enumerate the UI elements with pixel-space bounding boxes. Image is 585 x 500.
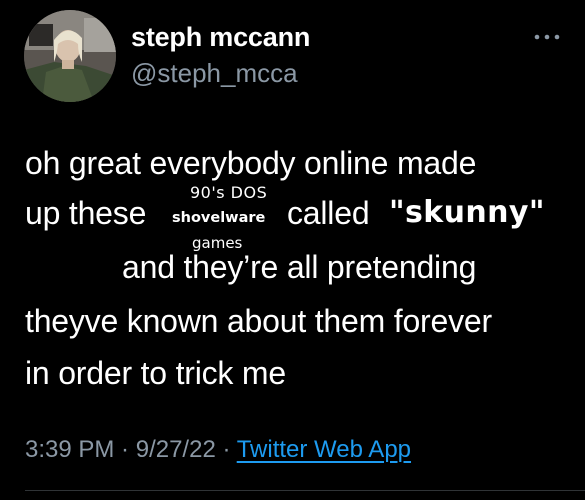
user-handle[interactable]: @steph_mcca <box>131 58 298 89</box>
display-name[interactable]: steph mccann <box>131 22 310 53</box>
overlay-caption-line-1: 90's DOS <box>190 183 268 202</box>
meta-separator: · <box>114 436 136 463</box>
tweet-text-line-5: in order to trick me <box>25 355 286 391</box>
meta-separator: · <box>215 436 237 463</box>
more-horizontal-icon[interactable] <box>532 30 562 44</box>
tweet-metadata: 3:39 PM · 9/27/22 · Twitter Web App <box>25 436 411 464</box>
overlay-caption-line-2: shovelware <box>172 210 266 226</box>
tweet-text-line-2-mid: called <box>287 195 370 231</box>
tweet-text-quote: "skunny" <box>389 195 545 230</box>
avatar[interactable] <box>24 10 116 102</box>
tweet-text-line-1: oh great everybody online made <box>25 145 477 181</box>
source-link[interactable]: Twitter Web App <box>237 436 411 463</box>
divider <box>25 490 585 491</box>
tweet-card: steph mccann @steph_mcca oh great everyb… <box>0 0 585 500</box>
tweet-date[interactable]: 9/27/22 <box>136 436 216 463</box>
tweet-text-line-2-start: up these <box>25 195 147 231</box>
avatar-image <box>24 10 116 102</box>
tweet-text-line-4: theyve known about them forever <box>25 303 492 339</box>
tweet-time[interactable]: 3:39 PM <box>25 436 114 463</box>
tweet-text-line-3: and they’re all pretending <box>122 249 477 285</box>
overlay-caption-line-3: games <box>192 234 243 252</box>
